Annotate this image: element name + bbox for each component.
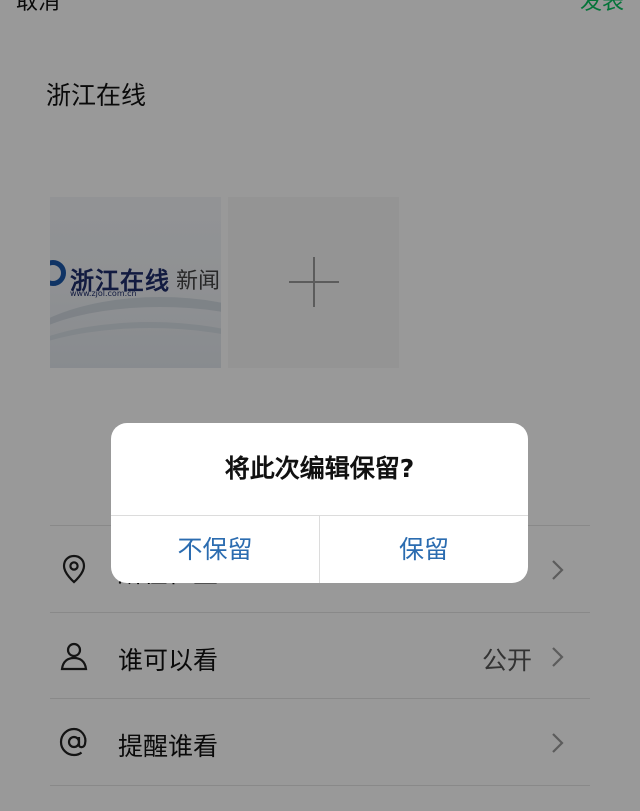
keep-edit-dialog: 将此次编辑保留? 不保留 保留 [111, 423, 528, 583]
dialog-title: 将此次编辑保留? [224, 454, 415, 483]
discard-button[interactable]: 不保留 [111, 516, 319, 583]
keep-button[interactable]: 保留 [320, 516, 528, 583]
modal-backdrop[interactable] [0, 0, 640, 811]
